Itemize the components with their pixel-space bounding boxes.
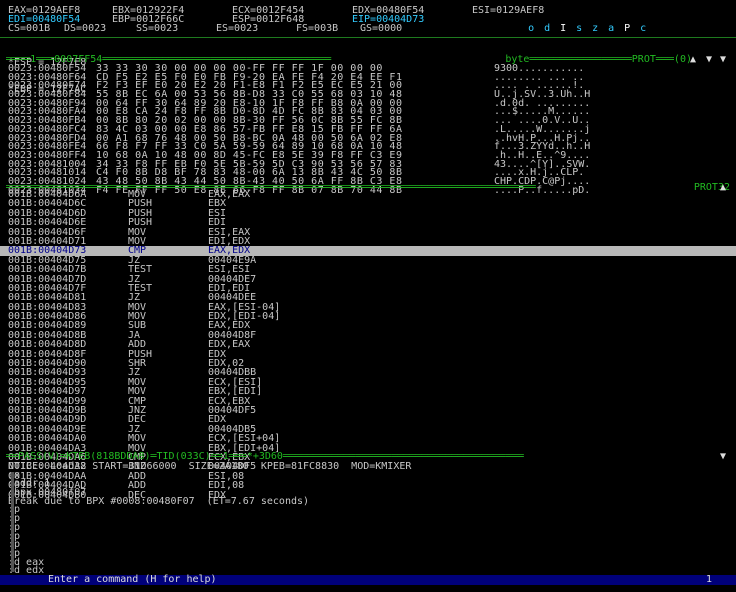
code-row[interactable]: 001B:00404D9D DEC EDX	[8, 414, 728, 426]
scroll-down-arrow-icon-2[interactable]: ▼	[720, 55, 726, 65]
code-row[interactable]: 001B:00404D99 CMP ECX,EBX	[8, 396, 728, 406]
code-footer-status: ══PASS(V)═KTEB(818BDDA8)═TID(033C)══1═══…	[6, 452, 524, 461]
code-mnemonic: SHR	[128, 358, 147, 370]
code-window-footer: ══PASS(V)═KTEB(818BDDA8)═TID(033C)══1═══…	[0, 452, 736, 462]
code-row[interactable]: 001B:00404D93 JZ 00404DBB	[8, 368, 728, 378]
code-mnemonic: DEC	[128, 414, 147, 426]
reg-es: ES=0023	[216, 23, 259, 34]
code-row[interactable]: 001B:00404D75 JZ 00404E9A	[8, 255, 728, 265]
code-row[interactable]: 001B:00404D89 SUB EAX,EDX	[8, 320, 728, 332]
code-scroll-down-icon[interactable]: ▼	[720, 452, 726, 462]
flag-i: I	[560, 23, 567, 34]
reg-cs: CS=001B	[8, 23, 51, 34]
code-row[interactable]: 001B:00404DA0 MOV ECX,[ESI+04]	[8, 433, 728, 443]
code-mnemonic: TEST	[128, 282, 153, 294]
command-line: Break due to BPX #0008:00480F07 (ET=7.67…	[8, 495, 310, 507]
code-row[interactable]: 001B:00404D6F MOV ESI,EAX	[8, 227, 728, 237]
flag-c: c	[640, 23, 647, 34]
register-window: EAX=0129AEF8 EBX=012922F4 ECX=0012F454 E…	[8, 6, 728, 40]
command-line: :p	[8, 539, 21, 551]
softice-screen: EAX=0129AEF8 EBX=012922F4 ECX=0012F454 E…	[0, 0, 736, 592]
command-prompt-bar[interactable]: Enter a command (H for help) 1	[0, 575, 736, 585]
reg-ss: SS=0023	[136, 23, 179, 34]
command-hint: Enter a command (H for help)	[48, 574, 217, 585]
code-row[interactable]: 001B:00404D6C PUSH EBX	[8, 199, 728, 209]
code-mnemonic: SUB	[128, 320, 147, 332]
code-row[interactable]: 001B:00404D7F TEST EDI,EDI	[8, 282, 728, 294]
scroll-down-arrow-icon[interactable]: ▼	[706, 55, 712, 65]
command-line: NTICE: Load32 START=B1D66000 SIZE=2A180 …	[8, 461, 412, 472]
code-row[interactable]: 001B:00404D6A MOV EAX,EAX	[8, 189, 728, 199]
command-line: :p	[8, 530, 21, 542]
reg-esi: ESI=0129AEF8	[472, 5, 545, 16]
code-row[interactable]: 001B:00404D9B JNZ 00404DF5	[8, 405, 728, 415]
flag-p: P	[624, 23, 631, 34]
command-scrollbar[interactable]	[11, 472, 14, 572]
reg-fs: FS=003B	[296, 23, 339, 34]
command-line: :p	[8, 513, 21, 525]
data-window[interactable]: 0023:00480F54 33 33 30 30 00 00 00 00-FF …	[8, 64, 728, 195]
divider	[0, 37, 736, 38]
code-row[interactable]: 001B:00404D7D JZ 00404DE7	[8, 274, 728, 284]
code-mnemonic: CMP	[128, 245, 147, 257]
code-row[interactable]: 001B:00404D95 MOV ECX,[ESI]	[8, 377, 728, 387]
command-line: :d eax	[8, 556, 45, 568]
command-line: :p	[8, 521, 21, 533]
code-row[interactable]: 001B:00404D71 MOV EDI,EDX	[8, 236, 728, 246]
code-row[interactable]: 001B:00404D83 MOV EAX,[ESI-04]	[8, 302, 728, 312]
code-row[interactable]: 001B:00404D81 JZ 00404DEE	[8, 293, 728, 303]
code-row[interactable]: 001B:00404D8D ADD EDX,EAX	[8, 340, 728, 350]
code-row[interactable]: 001B:00404D6D PUSH ESI	[8, 208, 728, 218]
flag-z: z	[592, 23, 599, 34]
cpu-flags: odIszaPc	[480, 15, 656, 34]
flag-a: a	[608, 23, 615, 34]
command-window[interactable]: NTICE: Load32 START=B1D66000 SIZE=2A180 …	[8, 461, 728, 576]
flag-s: s	[576, 23, 583, 34]
flag-d: d	[544, 23, 551, 34]
code-row[interactable]: 001B:00404D7B TEST ESI,ESI	[8, 264, 728, 276]
reg-gs: GS=0000	[360, 23, 403, 34]
code-row[interactable]: 001B:00404D90 SHR EDX,02	[8, 358, 728, 370]
code-row[interactable]: 001B:00404D86 MOV EDX,[EDI-04]	[8, 311, 728, 321]
code-row[interactable]: 001B:00404D6E PUSH EDI	[8, 217, 728, 227]
code-row[interactable]: 001B:00404D8F PUSH EDX	[8, 349, 728, 359]
code-row[interactable]: 001B:00404D8B JA 00404D8F	[8, 330, 728, 340]
flag-o: o	[528, 23, 535, 34]
reg-ds: DS=0023	[64, 23, 107, 34]
command-line-number: 1	[705, 574, 712, 585]
command-line: :addr 1	[8, 478, 51, 490]
code-row[interactable]: 001B:00404D9E JZ 00404DB5	[8, 424, 728, 434]
scroll-up-arrow-icon[interactable]: ▲	[690, 55, 696, 65]
code-mnemonic: TEST	[128, 264, 153, 276]
command-line: :p	[8, 547, 21, 559]
current-instruction-row[interactable]: 001B:00404D73 CMP EAX,EDX	[0, 245, 736, 257]
code-row[interactable]: 001B:00404D97 MOV EBX,[EDI]	[8, 386, 728, 396]
